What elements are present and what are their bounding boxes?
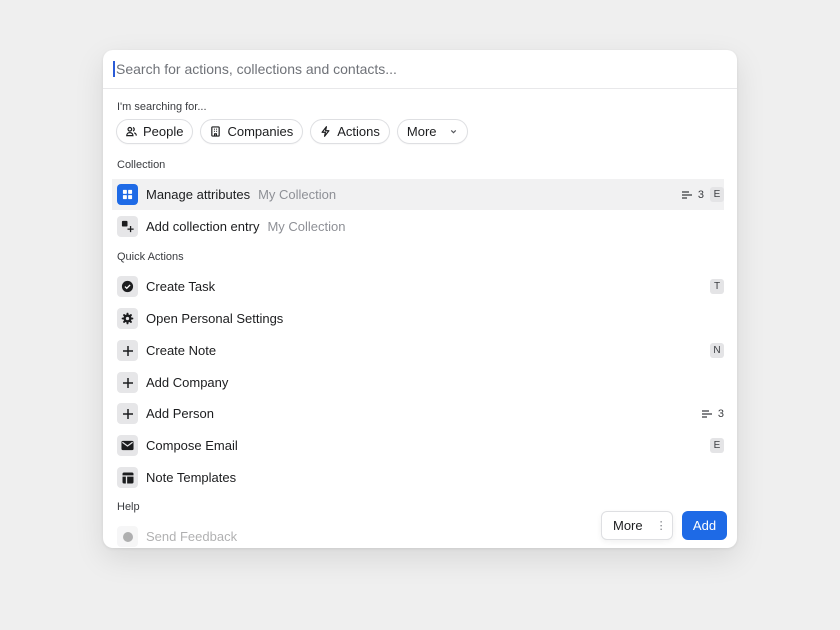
envelope-icon: [117, 435, 138, 456]
item-title: Add Person: [146, 406, 214, 421]
shortcut-badge: E: [710, 187, 724, 202]
chip-label: People: [143, 124, 183, 139]
add-entry-icon: [117, 216, 138, 237]
chip-label: More: [407, 124, 437, 139]
filter-label: I'm searching for...: [117, 101, 207, 113]
list-item-add-company[interactable]: Add Company: [112, 367, 724, 398]
grid-icon: [117, 184, 138, 205]
count-value: 3: [718, 408, 724, 420]
plus-icon: [117, 403, 138, 424]
item-meta: T: [710, 271, 724, 302]
item-meta: 3: [701, 398, 724, 429]
list-item-create-note[interactable]: Create Note N: [112, 335, 724, 366]
list-item-manage-attributes[interactable]: Manage attributes My Collection 3 E: [112, 179, 724, 210]
item-meta: 3 E: [681, 179, 724, 210]
item-title: Send Feedback: [146, 529, 237, 544]
count-value: 3: [698, 189, 704, 201]
item-title: Create Note: [146, 343, 216, 358]
list-item-add-collection-entry[interactable]: Add collection entry My Collection: [112, 211, 724, 242]
shortcut-badge: E: [710, 438, 724, 453]
chip-label: Companies: [227, 124, 293, 139]
section-label-quick-actions: Quick Actions: [117, 251, 184, 263]
gear-icon: [117, 308, 138, 329]
shortcut-badge: T: [710, 279, 724, 294]
attribute-count: 3: [681, 189, 704, 201]
section-label-collection: Collection: [117, 159, 165, 171]
chevron-down-icon: [449, 127, 458, 136]
list-item-add-person[interactable]: Add Person 3: [112, 398, 724, 429]
plus-icon: [117, 372, 138, 393]
more-button-label: More: [613, 518, 643, 533]
attribute-count: 3: [701, 408, 724, 420]
chip-label: Actions: [337, 124, 380, 139]
chip-people[interactable]: People: [116, 119, 193, 144]
item-title: Add collection entry: [146, 219, 259, 234]
search-input[interactable]: [116, 61, 706, 77]
search-bar: [103, 50, 737, 89]
list-item-note-templates[interactable]: Note Templates: [112, 462, 724, 493]
filter-chips: People Companies Actions More: [116, 119, 468, 144]
lightning-icon: [320, 126, 331, 137]
item-title: Compose Email: [146, 438, 238, 453]
list-lines-icon: [681, 190, 693, 200]
template-icon: [117, 467, 138, 488]
section-label-help: Help: [117, 501, 140, 513]
item-title: Note Templates: [146, 470, 236, 485]
chip-actions[interactable]: Actions: [310, 119, 390, 144]
plus-icon: [117, 340, 138, 361]
list-lines-icon: [701, 409, 713, 419]
kebab-icon: ⋮: [656, 519, 666, 532]
footer-actions: More ⋮ Add: [601, 511, 727, 540]
item-title: Open Personal Settings: [146, 311, 283, 326]
item-subtitle: My Collection: [258, 187, 336, 202]
feedback-icon: [117, 526, 138, 547]
command-palette: I'm searching for... People Companies Ac…: [103, 50, 737, 548]
check-circle-icon: [117, 276, 138, 297]
building-icon: [210, 126, 221, 137]
list-item-compose-email[interactable]: Compose Email E: [112, 430, 724, 461]
item-title: Manage attributes: [146, 187, 250, 202]
list-item-create-task[interactable]: Create Task T: [112, 271, 724, 302]
item-meta: E: [710, 430, 724, 461]
text-cursor: [113, 61, 115, 77]
more-button[interactable]: More ⋮: [601, 511, 673, 540]
chip-companies[interactable]: Companies: [200, 119, 303, 144]
item-subtitle: My Collection: [267, 219, 345, 234]
add-button[interactable]: Add: [682, 511, 727, 540]
item-title: Create Task: [146, 279, 215, 294]
shortcut-badge: N: [710, 343, 724, 358]
item-title: Add Company: [146, 375, 228, 390]
chip-more[interactable]: More: [397, 119, 468, 144]
people-icon: [126, 126, 137, 137]
list-item-open-personal-settings[interactable]: Open Personal Settings: [112, 303, 724, 334]
item-meta: N: [710, 335, 724, 366]
